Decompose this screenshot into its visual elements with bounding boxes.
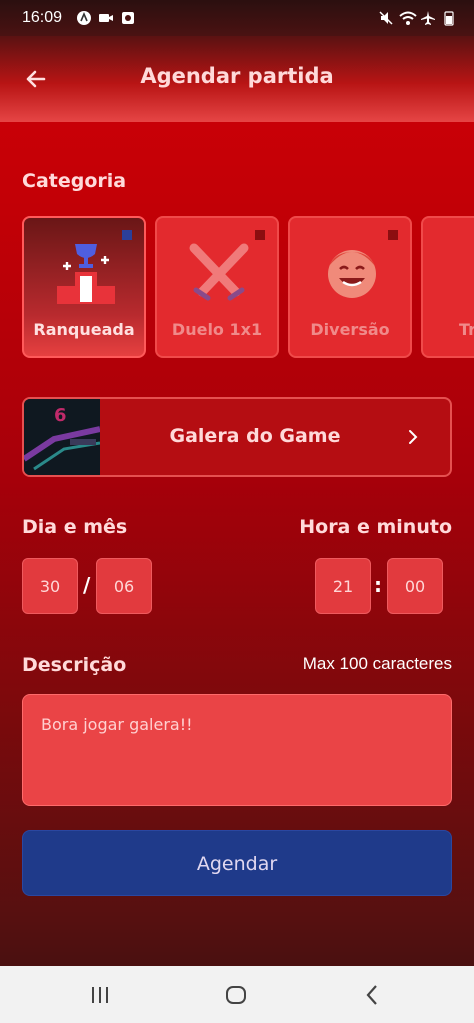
time-label: Hora e minuto [299, 516, 452, 538]
category-label: Categoria [22, 170, 127, 192]
back-icon[interactable] [360, 982, 386, 1008]
month-input[interactable]: 06 [96, 558, 152, 614]
time-separator: : [374, 573, 382, 597]
minute-input[interactable]: 00 [387, 558, 443, 614]
agendar-button[interactable]: Agendar [22, 830, 452, 896]
battery-icon [444, 10, 454, 26]
category-partial[interactable]: Tr [421, 216, 474, 358]
date-label: Dia e mês [22, 516, 128, 538]
category-duelo[interactable]: Duelo 1x1 [155, 216, 279, 358]
page-title: Agendar partida [140, 64, 334, 88]
wifi-icon [398, 10, 418, 26]
laughing-face-icon [328, 250, 376, 298]
airplane-mode-icon [420, 10, 436, 26]
category-label-text: Diversão [310, 320, 390, 339]
chevron-right-icon [408, 426, 420, 452]
trophy-podium-icon [57, 244, 115, 304]
category-diversao[interactable]: Diversão [288, 216, 412, 358]
status-time: 16:09 [22, 9, 63, 26]
group-name: Galera do Game [169, 425, 341, 447]
svg-text:6: 6 [54, 405, 67, 426]
recent-apps-icon[interactable] [87, 982, 113, 1008]
app-notification-icon [76, 10, 92, 26]
date-separator: / [83, 573, 91, 597]
mute-icon [378, 10, 394, 26]
category-label-text: Ranqueada [33, 320, 135, 339]
status-bar: 16:09 [0, 0, 474, 36]
system-nav-bar [0, 966, 474, 1023]
description-textarea[interactable]: Bora jogar galera!! [22, 694, 452, 806]
group-thumbnail: 6 [24, 399, 100, 475]
crossed-swords-icon [189, 243, 249, 301]
category-label-text: Duelo 1x1 [171, 320, 263, 339]
day-input[interactable]: 30 [22, 558, 78, 614]
group-selector[interactable]: 6 Galera do Game [22, 397, 452, 477]
description-label: Descrição [22, 654, 127, 676]
category-label-text: Tr [459, 320, 474, 339]
category-ranqueada[interactable]: Ranqueada [22, 216, 146, 358]
max-chars-hint: Max 100 caracteres [302, 654, 452, 673]
category-list: Ranqueada Duelo 1x1 Diversão Tr [22, 216, 474, 360]
unselected-marker [388, 230, 398, 240]
video-camera-icon [98, 10, 114, 26]
screenshot-icon [120, 10, 136, 26]
unselected-marker [255, 230, 265, 240]
person-icon [454, 242, 474, 306]
app-bar: Agendar partida [0, 36, 474, 122]
hour-input[interactable]: 21 [315, 558, 371, 614]
home-icon[interactable] [223, 982, 249, 1008]
selected-marker [122, 230, 132, 240]
